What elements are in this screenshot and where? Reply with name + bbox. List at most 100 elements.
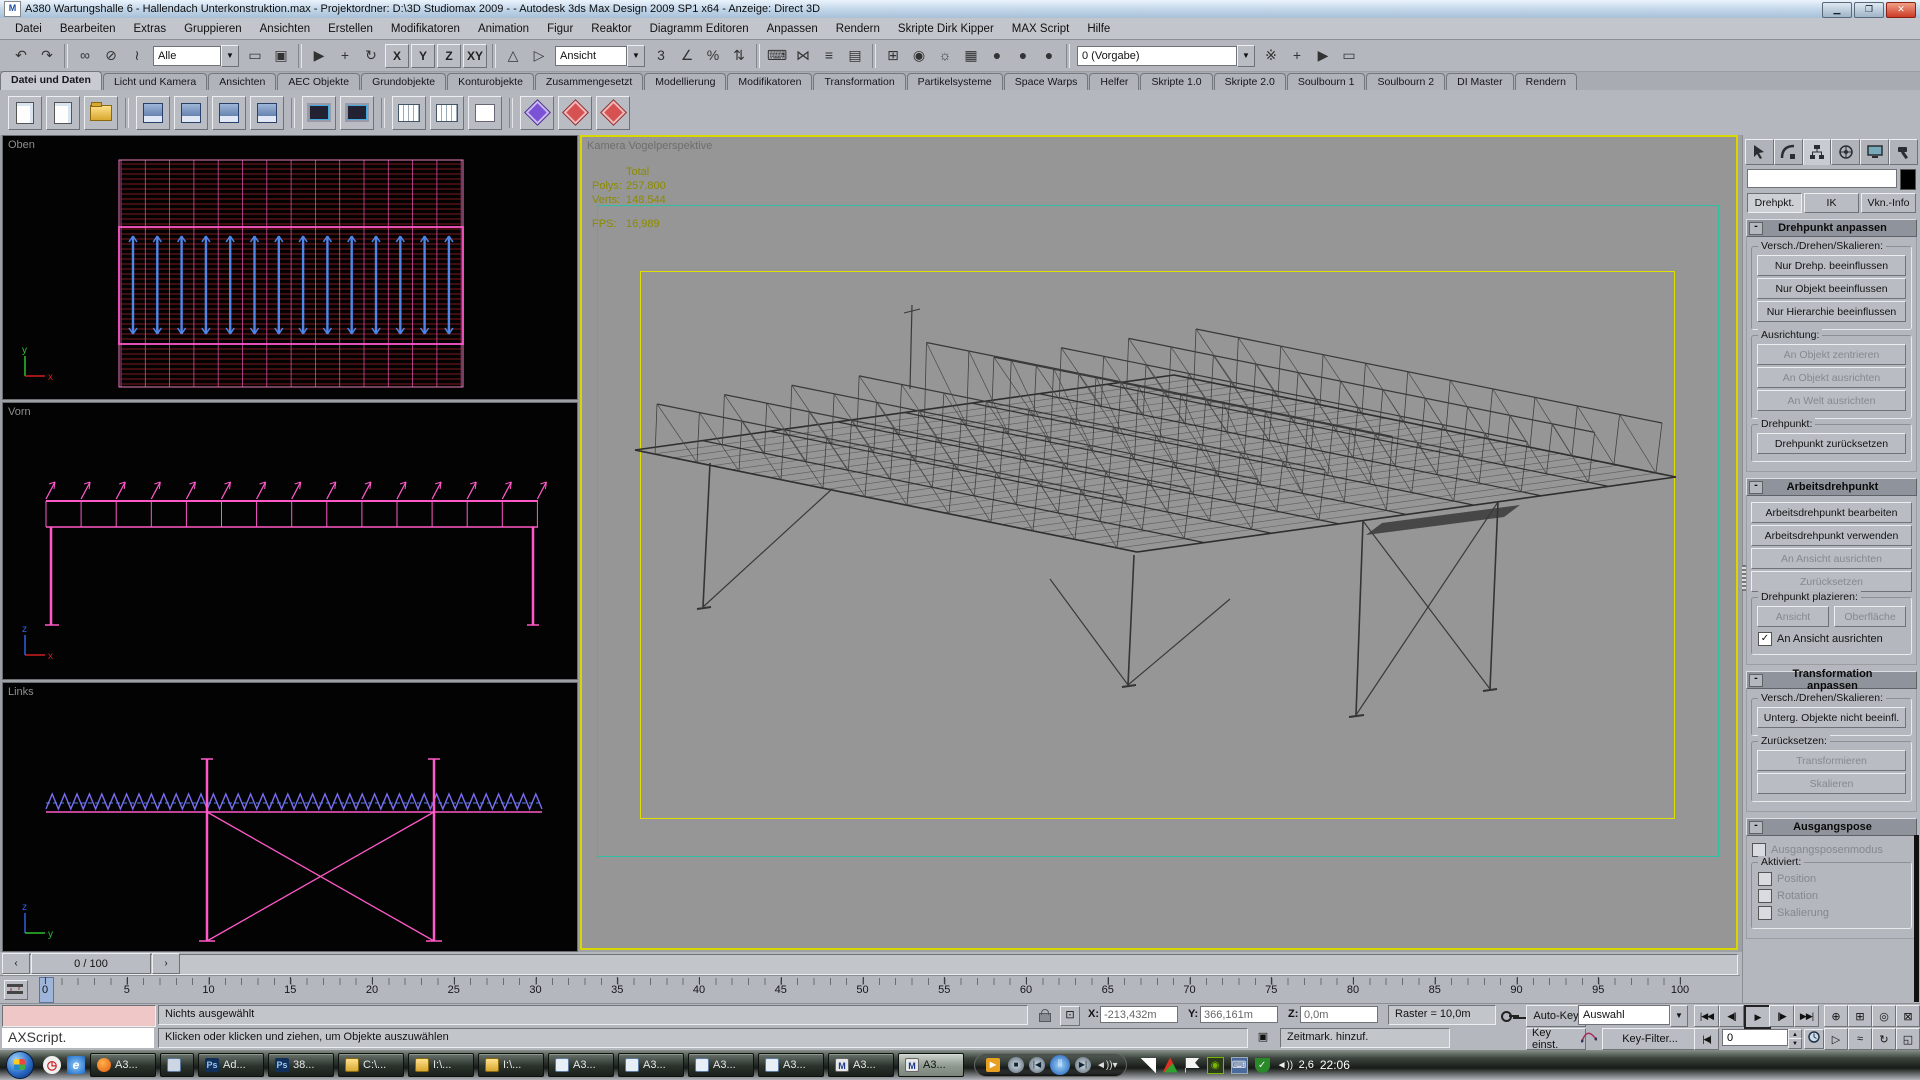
viewport-top-label[interactable]: Oben: [8, 139, 35, 151]
pan-view-icon[interactable]: ≈: [1848, 1028, 1872, 1050]
pivot-mode-button[interactable]: Drehpkt.: [1747, 193, 1802, 213]
taskbar-button-folder-window-2[interactable]: I:\...: [408, 1053, 474, 1077]
dont-affect-children-button[interactable]: Unterg. Objekte nicht beeinfl.: [1757, 707, 1906, 728]
menu-rendern[interactable]: Rendern: [827, 21, 889, 37]
object-color-swatch[interactable]: [1900, 169, 1916, 190]
open-mini-curve-editor-icon[interactable]: [4, 980, 28, 1000]
object-name-field[interactable]: [1747, 169, 1897, 188]
rollout-reference-pose-header[interactable]: - Ausgangspose: [1746, 818, 1917, 836]
reference-coordinate-dropdown[interactable]: Ansicht▼: [555, 46, 645, 66]
absolute-offset-toggle[interactable]: ⊡: [1060, 1006, 1080, 1026]
media-volume-icon[interactable]: ◄))▾: [1096, 1060, 1118, 1071]
taskbar-button-photoshop-window-1[interactable]: PsAd...: [198, 1053, 264, 1077]
taskbar-button-viewer-window-1[interactable]: A3...: [548, 1053, 614, 1077]
new-scene-icon[interactable]: [8, 96, 42, 130]
minimize-button[interactable]: ▁: [1822, 2, 1852, 18]
gem-script-blue-icon[interactable]: [520, 96, 554, 130]
tab-utilities-icon[interactable]: [1889, 139, 1918, 165]
new-scene-explorer-icon[interactable]: ▭: [1337, 44, 1361, 68]
reset-scale-button[interactable]: Skalieren: [1757, 773, 1906, 794]
render-iterative-icon[interactable]: ●: [1011, 44, 1035, 68]
menu-modifikatoren[interactable]: Modifikatoren: [382, 21, 469, 37]
tab-create-icon[interactable]: [1745, 139, 1774, 165]
media-pause-button[interactable]: ||: [1050, 1055, 1070, 1075]
use-working-pivot-button[interactable]: Arbeitsdrehpunkt verwenden: [1751, 525, 1912, 546]
tab-datei-und-daten[interactable]: Datei und Daten: [0, 71, 102, 90]
tab-konturobjekte[interactable]: Konturobjekte: [447, 73, 534, 90]
rendered-frame-window-icon[interactable]: ▦: [959, 44, 983, 68]
next-frame-button[interactable]: ||▶: [1769, 1005, 1794, 1027]
save-file-icon[interactable]: [136, 96, 170, 130]
render-setup-icon[interactable]: ☼: [933, 44, 957, 68]
file-link-manager-icon[interactable]: [340, 96, 374, 130]
select-and-move-icon[interactable]: +: [333, 44, 357, 68]
menu-ansichten[interactable]: Ansichten: [251, 21, 320, 37]
link-info-mode-button[interactable]: Vkn.-Info: [1861, 193, 1916, 213]
menu-hilfe[interactable]: Hilfe: [1078, 21, 1119, 37]
z-coordinate-field[interactable]: [1300, 1006, 1378, 1023]
select-object-icon[interactable]: ▶: [307, 44, 331, 68]
taskbar-button-photoshop-window-2[interactable]: Ps38...: [268, 1053, 334, 1077]
restore-button[interactable]: ❐: [1854, 2, 1884, 18]
tab-motion-icon[interactable]: [1831, 139, 1860, 165]
viewport-front[interactable]: Vorn zx: [2, 402, 578, 680]
menu-gruppieren[interactable]: Gruppieren: [175, 21, 251, 37]
quick-launch-ie-icon[interactable]: e: [67, 1056, 85, 1074]
layer-dropdown[interactable]: 0 (Vorgabe)▼: [1077, 46, 1255, 66]
zoom-extents-all-icon[interactable]: ⊠: [1896, 1005, 1920, 1027]
select-and-rotate-icon[interactable]: ↻: [359, 44, 383, 68]
taskbar-button-firefox-window[interactable]: A3...: [90, 1053, 156, 1077]
start-button[interactable]: [6, 1051, 34, 1079]
ik-mode-button[interactable]: IK: [1804, 193, 1859, 213]
panel-resize-grip[interactable]: [1742, 565, 1746, 591]
window-crossing-toggle-icon[interactable]: ▣: [269, 44, 293, 68]
viewport-camera[interactable]: Kamera Vogelperspektive Total Polys:257.…: [580, 135, 1738, 950]
graph-editors-icon[interactable]: ⊞: [881, 44, 905, 68]
spreadsheet-tool-icon[interactable]: [430, 96, 464, 130]
array-tool-icon[interactable]: [392, 96, 426, 130]
time-configuration-icon[interactable]: [1804, 1029, 1824, 1049]
viewport-top[interactable]: Oben yx: [2, 135, 578, 400]
menu-diagramm-editoren[interactable]: Diagramm Editoren: [641, 21, 758, 37]
media-next-button[interactable]: ▶|: [1075, 1057, 1091, 1073]
go-to-end-button[interactable]: ▶▶|: [1794, 1005, 1819, 1027]
tab-modifikatoren[interactable]: Modifikatoren: [727, 73, 812, 90]
percent-snap-toggle-icon[interactable]: %: [701, 44, 725, 68]
taskbar-button-explorer-window[interactable]: [160, 1053, 194, 1077]
zoom-all-icon[interactable]: ⊞: [1848, 1005, 1872, 1027]
input-device-tray-icon[interactable]: ⌨: [1231, 1057, 1248, 1074]
next-frame-arrow[interactable]: ›: [152, 953, 180, 974]
nvidia-tray-icon[interactable]: ◉: [1207, 1057, 1224, 1074]
auto-key-button[interactable]: Auto-Key: [1526, 1005, 1586, 1027]
time-tag-field[interactable]: Zeitmark. hinzuf.: [1280, 1028, 1450, 1048]
key-filter-button[interactable]: Key-Filter...: [1602, 1028, 1698, 1050]
save-selected-icon[interactable]: [250, 96, 284, 130]
tab-hierarchy-icon[interactable]: [1803, 139, 1832, 165]
menu-anpassen[interactable]: Anpassen: [758, 21, 827, 37]
tab-soulbourn-1[interactable]: Soulbourn 1: [1287, 73, 1366, 90]
menu-bearbeiten[interactable]: Bearbeiten: [51, 21, 125, 37]
edit-working-pivot-button[interactable]: Arbeitsdrehpunkt bearbeiten: [1751, 502, 1912, 523]
rectangular-selection-region-icon[interactable]: ▭: [243, 44, 267, 68]
menu-datei[interactable]: Datei: [6, 21, 51, 37]
go-to-start-button[interactable]: |◀◀: [1694, 1005, 1719, 1027]
taskbar-button-max-window-1[interactable]: MA3...: [828, 1053, 894, 1077]
tab-helfer[interactable]: Helfer: [1089, 73, 1139, 90]
align-to-view-checkbox[interactable]: ✓: [1758, 632, 1772, 646]
rollout-working-pivot-header[interactable]: - Arbeitsdrehpunkt: [1746, 478, 1917, 496]
track-bar-ruler[interactable]: 0510152025303540455055606570758085909510…: [30, 976, 1730, 1003]
zoom-extents-icon[interactable]: ◎: [1872, 1005, 1896, 1027]
frame-spinner-down[interactable]: ▼: [1788, 1038, 1802, 1049]
menu-figur[interactable]: Figur: [538, 21, 582, 37]
field-of-view-icon[interactable]: ▷: [1824, 1028, 1848, 1050]
isolate-cube-icon[interactable]: ▣: [1254, 1029, 1272, 1047]
chevron-down-icon[interactable]: ▼: [1237, 45, 1255, 67]
taskbar-button-viewer-window-4[interactable]: A3...: [758, 1053, 824, 1077]
affect-hierarchy-only-button[interactable]: Nur Hierarchie beeinflussen: [1757, 301, 1906, 322]
tab-di-master[interactable]: DI Master: [1446, 73, 1514, 90]
gem-script-red-2-icon[interactable]: [596, 96, 630, 130]
align-to-view-button[interactable]: An Ansicht ausrichten: [1751, 548, 1912, 569]
open-file-icon[interactable]: [46, 96, 80, 130]
tab-partikelsysteme[interactable]: Partikelsysteme: [907, 73, 1003, 90]
add-to-selection-icon[interactable]: +: [1285, 44, 1309, 68]
